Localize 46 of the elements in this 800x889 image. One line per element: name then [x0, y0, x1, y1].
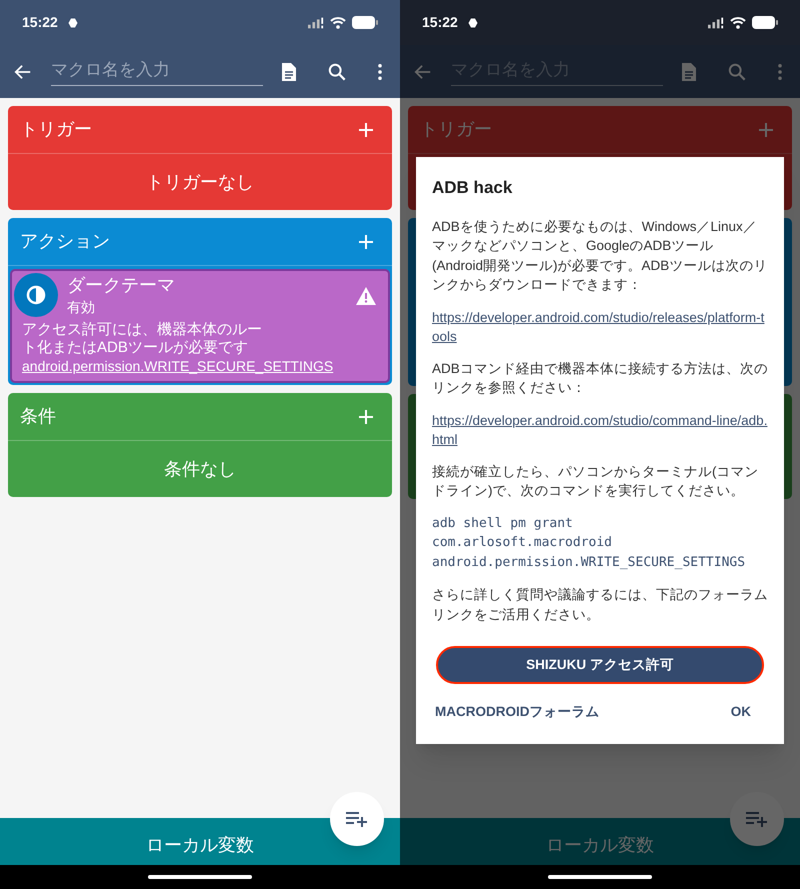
- dialog-button[interactable]: MACRODROIDフォーラム: [435, 702, 600, 722]
- bottom-bar[interactable]: ローカル変数: [0, 818, 400, 865]
- command-text: adb shell pm grant com.arlosoft.macrodroid android.permission.WRITE_SECURE_SETTINGS: [432, 514, 746, 572]
- section-title: アクション: [20, 230, 110, 253]
- dialog-paragraph: さらに詳しく質問や議論するには、下記のフォーラムリンクをご活用ください。: [432, 586, 768, 624]
- bottom-bar-label: ローカル変数: [146, 834, 254, 857]
- search-icon[interactable]: [328, 62, 346, 80]
- playlist-add-icon: [346, 811, 368, 827]
- battery-icon: [352, 16, 378, 29]
- section-title: トリガー: [20, 118, 92, 141]
- add-icon[interactable]: [358, 408, 374, 424]
- permission-link[interactable]: android.permission.WRITE_SECURE_SETTINGS: [22, 357, 334, 375]
- bottom-bar-label: ローカル変数: [546, 834, 654, 857]
- wifi-icon: [730, 16, 746, 28]
- section-title: トリガー: [420, 118, 492, 141]
- empty-text: トリガーなし: [146, 170, 254, 194]
- back-icon[interactable]: [14, 62, 32, 80]
- notification-icon: [468, 18, 478, 28]
- add-icon[interactable]: [358, 234, 374, 250]
- dialog-paragraph: 接続が確立したら、パソコンからターミナル(コマンドライン)で、次のコマンドを実行してください。: [432, 462, 760, 500]
- status-time: 15:22: [22, 13, 58, 32]
- signal-icon: [708, 16, 724, 28]
- wifi-icon: [330, 16, 346, 28]
- more-icon[interactable]: [378, 64, 382, 80]
- action-item[interactable]: ダークテーマ 有効 アクセス許可には、機器本体のルート化またはADBツールが必要です android.permission.WRITE_SECURE_SETTINGS: [10, 269, 390, 383]
- empty-text: 条件なし: [164, 458, 236, 480]
- status-time: 15:22: [422, 13, 458, 32]
- shizuku-permission-button[interactable]: SHIZUKU アクセス許可: [436, 646, 764, 684]
- dialog-link[interactable]: https://developer.android.com/studio/releases/platform-tools: [432, 308, 768, 346]
- dialog-paragraph: ADBコマンド経由で機器本体に接続する方法は、次のリンクを参照ください：: [432, 360, 768, 397]
- document-icon[interactable]: [281, 62, 297, 82]
- playlist-add-icon: [746, 811, 768, 827]
- add-icon[interactable]: [758, 122, 774, 138]
- item-description: アクセス許可には、機器本体のルート化またはADBツールが必要です: [22, 321, 263, 357]
- theme-icon: [14, 273, 58, 317]
- dialog-title: ADB hack: [431, 177, 514, 199]
- notification-icon: [68, 18, 78, 28]
- section-title: 条件: [20, 405, 56, 428]
- battery-icon: [752, 16, 778, 29]
- dialog-button[interactable]: OK: [730, 702, 751, 722]
- item-title: ダークテーマ: [67, 274, 176, 297]
- dialog-link[interactable]: https://developer.android.com/studio/command-line/adb.html: [432, 410, 768, 448]
- signal-icon: [308, 16, 324, 28]
- dialog-paragraph: ADBを使うために必要なものは、Windows／Linux／マックなどパソコンと、GoogleのADBツール (Android開発ツール)が必要です。ADBツールは次のリンクからダウンロードできます：: [432, 218, 768, 294]
- add-icon[interactable]: [358, 122, 374, 138]
- item-subtitle: 有効: [67, 298, 96, 317]
